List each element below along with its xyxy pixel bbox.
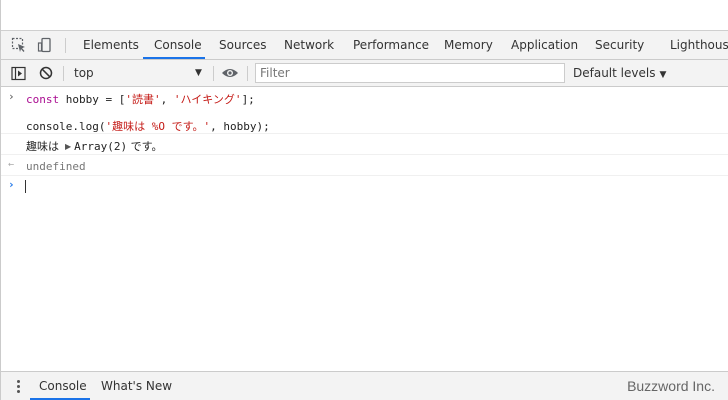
- command-line-2: console.log('趣味は %O です。', hobby);: [26, 120, 270, 133]
- log-levels-dropdown[interactable]: Default levels ▼: [573, 63, 666, 83]
- filter-input[interactable]: [255, 63, 565, 83]
- console-input-entry: › const hobby = ['読書', 'ハイキング']; console…: [1, 87, 728, 134]
- console-output[interactable]: › const hobby = ['読書', 'ハイキング']; console…: [1, 87, 728, 372]
- toolbar-divider: [65, 38, 66, 53]
- clear-console-icon[interactable]: [35, 60, 57, 86]
- log-output: 趣味は ▶ Array(2) です。: [26, 140, 163, 153]
- tab-elements[interactable]: Elements: [83, 31, 139, 59]
- console-toolbar: top ▼ Default levels▼: [1, 60, 728, 87]
- context-selector[interactable]: top: [69, 63, 207, 83]
- drawer-menu-icon[interactable]: [11, 372, 25, 400]
- page-viewport: [1, 0, 728, 31]
- drawer-tab-console[interactable]: Console: [39, 372, 87, 400]
- command-line-1: const hobby = ['読書', 'ハイキング'];: [26, 93, 255, 106]
- tab-performance[interactable]: Performance: [353, 31, 429, 59]
- main-tabbar: Elements Console Sources Network Perform…: [1, 31, 728, 60]
- dropdown-arrow-icon[interactable]: ▼: [195, 63, 202, 83]
- tab-security[interactable]: Security: [595, 31, 644, 59]
- live-expression-eye-icon[interactable]: [219, 60, 241, 86]
- show-sidebar-icon[interactable]: [7, 60, 29, 86]
- drawer-tab-whats-new[interactable]: What's New: [101, 372, 172, 400]
- watermark: Buzzword Inc.: [627, 378, 715, 394]
- toolbar-divider: [63, 66, 64, 81]
- text-cursor[interactable]: [25, 180, 26, 193]
- array-preview[interactable]: Array(2): [74, 140, 127, 153]
- tab-network[interactable]: Network: [284, 31, 334, 59]
- tab-lighthouse[interactable]: Lighthouse: [670, 31, 728, 59]
- active-tab-indicator: [143, 57, 205, 59]
- result-arrow-icon: ←: [8, 159, 15, 170]
- dropdown-arrow-icon: ▼: [659, 70, 667, 80]
- tab-memory[interactable]: Memory: [444, 31, 493, 59]
- toolbar-divider: [247, 66, 248, 81]
- device-toolbar-icon[interactable]: [34, 31, 56, 59]
- tab-console[interactable]: Console: [154, 31, 202, 59]
- tab-sources[interactable]: Sources: [219, 31, 266, 59]
- prompt-chevron-icon: ›: [8, 178, 15, 191]
- context-value: top: [74, 66, 94, 80]
- input-prompt-chevron-icon: ›: [8, 90, 15, 103]
- devtools-window: Elements Console Sources Network Perform…: [0, 0, 728, 400]
- result-value: undefined: [26, 160, 86, 173]
- drawer-tabbar: Console What's New Buzzword Inc.: [1, 371, 728, 400]
- console-log-message: 趣味は ▶ Array(2) です。: [1, 134, 728, 155]
- expand-triangle-icon[interactable]: ▶: [65, 142, 71, 151]
- inspect-element-icon[interactable]: [8, 31, 30, 59]
- toolbar-divider: [213, 66, 214, 81]
- tab-application[interactable]: Application: [511, 31, 578, 59]
- console-result-entry: ← undefined: [1, 155, 728, 176]
- log-levels-label: Default levels: [573, 66, 656, 80]
